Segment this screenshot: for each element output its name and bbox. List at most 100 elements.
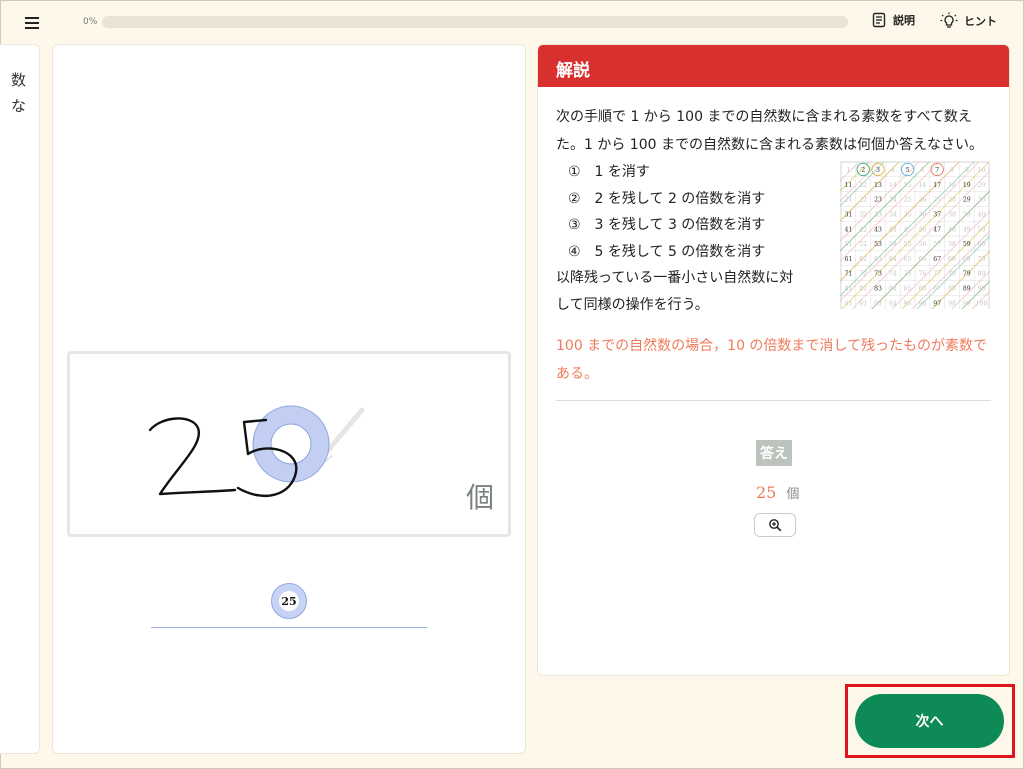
answer-underline	[151, 627, 427, 628]
svg-text:34: 34	[889, 211, 897, 218]
svg-text:20: 20	[978, 182, 986, 189]
svg-text:46: 46	[918, 226, 926, 233]
hamburger-menu-icon[interactable]	[20, 12, 44, 34]
svg-text:93: 93	[874, 300, 882, 307]
svg-text:17: 17	[933, 182, 941, 189]
svg-text:38: 38	[948, 211, 956, 218]
svg-text:4: 4	[891, 167, 895, 174]
svg-text:61: 61	[844, 256, 852, 263]
svg-text:76: 76	[918, 271, 926, 278]
svg-text:65: 65	[904, 256, 912, 263]
question-line-2: な	[11, 97, 27, 115]
handwriting-canvas[interactable]: 個	[67, 351, 511, 537]
svg-text:28: 28	[948, 197, 956, 204]
svg-text:59: 59	[963, 241, 971, 248]
svg-text:54: 54	[889, 241, 897, 248]
svg-text:15: 15	[904, 182, 912, 189]
svg-text:66: 66	[918, 256, 926, 263]
svg-text:67: 67	[933, 256, 941, 263]
svg-text:96: 96	[918, 300, 926, 307]
svg-text:100: 100	[976, 300, 988, 307]
svg-text:95: 95	[904, 300, 912, 307]
svg-text:23: 23	[874, 197, 882, 204]
svg-text:87: 87	[933, 285, 941, 292]
document-icon	[872, 12, 886, 28]
answer-row: 25 個	[756, 483, 799, 502]
answer-panel: 個 25	[52, 44, 526, 754]
svg-text:75: 75	[904, 271, 912, 278]
svg-text:14: 14	[889, 182, 897, 189]
svg-text:89: 89	[963, 285, 971, 292]
svg-text:52: 52	[859, 241, 867, 248]
svg-text:13: 13	[874, 182, 882, 189]
svg-text:6: 6	[920, 167, 924, 174]
explanation-title: 解説	[538, 45, 1009, 87]
svg-text:57: 57	[933, 241, 941, 248]
svg-text:62: 62	[859, 256, 867, 263]
svg-text:27: 27	[933, 197, 941, 204]
explain-button[interactable]: 説明	[871, 12, 915, 28]
svg-text:92: 92	[859, 300, 867, 307]
svg-text:8: 8	[950, 167, 954, 174]
svg-text:50: 50	[978, 226, 986, 233]
svg-text:7: 7	[935, 167, 939, 174]
svg-text:80: 80	[978, 271, 986, 278]
svg-text:83: 83	[874, 285, 882, 292]
svg-text:49: 49	[963, 226, 971, 233]
svg-text:79: 79	[963, 271, 971, 278]
svg-text:29: 29	[963, 197, 971, 204]
svg-text:68: 68	[948, 256, 956, 263]
svg-text:84: 84	[889, 285, 897, 292]
svg-text:10: 10	[978, 167, 986, 174]
question-line-1: 数	[11, 71, 27, 89]
svg-text:55: 55	[904, 241, 912, 248]
svg-text:18: 18	[948, 182, 956, 189]
svg-text:85: 85	[904, 285, 912, 292]
svg-text:1: 1	[846, 167, 850, 174]
svg-text:42: 42	[859, 226, 867, 233]
svg-text:77: 77	[933, 271, 941, 278]
question-text-fragment: 数 な	[1, 67, 33, 119]
svg-text:12: 12	[859, 182, 867, 189]
explanation-note: 100 までの自然数の場合，10 の倍数まで消して残ったものが素数である。	[556, 338, 988, 382]
svg-text:5: 5	[906, 167, 910, 174]
svg-text:74: 74	[889, 271, 897, 278]
svg-text:70: 70	[978, 256, 986, 263]
svg-text:41: 41	[844, 226, 852, 233]
svg-text:51: 51	[844, 241, 852, 248]
explanation-intro: 次の手順で 1 から 100 までの自然数に含まれる素数をすべて数えた。1 から…	[556, 109, 983, 153]
svg-text:11: 11	[844, 182, 852, 189]
svg-text:64: 64	[889, 256, 897, 263]
svg-text:90: 90	[978, 285, 986, 292]
svg-text:88: 88	[948, 285, 956, 292]
answer-unit: 個	[786, 487, 800, 502]
svg-text:32: 32	[859, 211, 867, 218]
svg-text:25: 25	[904, 197, 912, 204]
next-button[interactable]: 次へ	[855, 694, 1004, 748]
svg-text:69: 69	[963, 256, 971, 263]
svg-text:72: 72	[859, 271, 867, 278]
sieve-grid-figure: 1 2 3 4 5 6 7 8 9 1011 12 13 14 15 16 17 18 19 2021 22 23 24 2…	[840, 161, 990, 309]
svg-text:24: 24	[889, 197, 897, 204]
svg-text:21: 21	[844, 197, 852, 204]
svg-text:58: 58	[948, 241, 956, 248]
svg-text:9: 9	[965, 167, 969, 174]
svg-text:16: 16	[918, 182, 926, 189]
svg-text:86: 86	[918, 285, 926, 292]
hint-button[interactable]: ヒント	[940, 12, 997, 30]
svg-text:99: 99	[963, 300, 971, 307]
svg-text:33: 33	[874, 211, 882, 218]
recognized-answer-chip[interactable]: 25	[271, 583, 307, 619]
svg-text:44: 44	[889, 226, 897, 233]
explanation-panel: 解説 次の手順で 1 から 100 までの自然数に含まれる素数をすべて数えた。1…	[537, 44, 1010, 676]
zoom-button[interactable]	[754, 513, 796, 537]
steps-block: ① 1 を消す ② 2 を残して 2 の倍数を消す ③ 3 を残して 3 の倍数…	[556, 159, 991, 318]
question-panel: 数 な	[0, 44, 40, 754]
svg-text:71: 71	[844, 271, 852, 278]
svg-text:47: 47	[933, 226, 941, 233]
explain-label: 説明	[893, 14, 915, 27]
answer-badge: 答え	[756, 440, 792, 466]
svg-text:60: 60	[978, 241, 986, 248]
svg-text:91: 91	[844, 300, 852, 307]
svg-text:53: 53	[874, 241, 882, 248]
